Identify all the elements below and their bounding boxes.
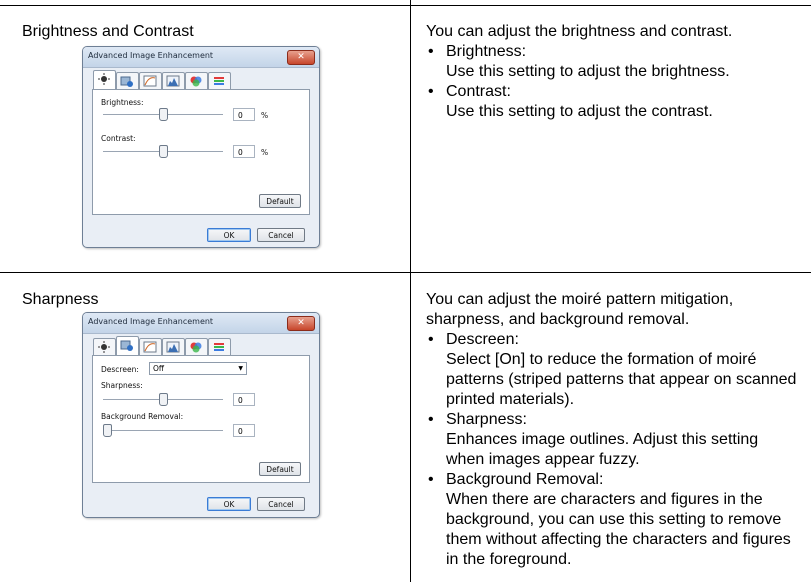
- bullet: •: [428, 471, 434, 488]
- brightness-slider[interactable]: [103, 108, 223, 121]
- tab-brightness[interactable]: [93, 338, 116, 355]
- sharpness-value-field[interactable]: 0: [233, 393, 255, 406]
- sharpness-icon: [120, 340, 133, 351]
- descreen-selected-value: Off: [153, 364, 165, 373]
- item-heading: Descreen:: [446, 331, 519, 348]
- cancel-button[interactable]: Cancel: [257, 497, 305, 511]
- slider-track: [103, 430, 223, 432]
- curve-icon: [143, 341, 157, 353]
- table-column-divider: [410, 0, 411, 582]
- brightness-icon: [98, 341, 110, 353]
- contrast-value-field[interactable]: 0: [233, 145, 255, 158]
- tab-hue[interactable]: [208, 72, 231, 89]
- table-top-border: [0, 5, 811, 6]
- close-button[interactable]: ✕: [287, 316, 315, 331]
- item-heading: Contrast:: [446, 83, 511, 100]
- tab-histogram[interactable]: [162, 72, 185, 89]
- list-item: • Descreen: Select [On] to reduce the fo…: [426, 330, 798, 410]
- descreen-select[interactable]: Off ▼: [149, 362, 247, 375]
- slider-thumb[interactable]: [159, 393, 168, 406]
- description-list: • Brightness: Use this setting to adjust…: [426, 42, 798, 122]
- item-text: Enhances image outlines. Adjust this set…: [446, 431, 759, 468]
- description-list: • Descreen: Select [On] to reduce the fo…: [426, 330, 798, 570]
- color-balance-icon: [190, 76, 202, 87]
- list-item: • Sharpness: Enhances image outlines. Ad…: [426, 410, 798, 470]
- description-brightness-contrast: You can adjust the brightness and contra…: [426, 22, 798, 122]
- close-icon: ✕: [297, 52, 305, 62]
- slider-thumb[interactable]: [103, 424, 112, 437]
- item-text: Select [On] to reduce the formation of m…: [446, 351, 797, 408]
- item-heading: Brightness:: [446, 43, 527, 60]
- item-text: Use this setting to adjust the brightnes…: [446, 63, 730, 80]
- contrast-unit: %: [261, 148, 269, 157]
- tab-sharpness[interactable]: [116, 336, 139, 355]
- background-removal-slider[interactable]: [103, 424, 223, 437]
- brightness-icon: [98, 73, 110, 85]
- list-item: • Contrast: Use this setting to adjust t…: [426, 82, 798, 122]
- description-sharpness: You can adjust the moiré pattern mitigat…: [426, 290, 798, 570]
- dialog-titlebar: Advanced Image Enhancement ✕: [83, 313, 319, 334]
- curve-icon: [143, 75, 157, 87]
- contrast-label: Contrast:: [101, 134, 136, 143]
- item-text: Use this setting to adjust the contrast.: [446, 103, 713, 120]
- bullet: •: [428, 43, 434, 60]
- description-intro: You can adjust the brightness and contra…: [426, 23, 733, 40]
- tab-sharpness[interactable]: [116, 72, 139, 89]
- tab-brightness[interactable]: [93, 70, 116, 89]
- hue-icon: [214, 343, 224, 351]
- tab-panel-sharpness: Descreen: Off ▼ Sharpness: 0 Background …: [92, 355, 310, 483]
- tab-color-balance[interactable]: [185, 338, 208, 355]
- tab-curve[interactable]: [139, 72, 162, 89]
- dialog-titlebar: Advanced Image Enhancement ✕: [83, 47, 319, 68]
- item-heading: Sharpness:: [446, 411, 527, 428]
- tab-curve[interactable]: [139, 338, 162, 355]
- advanced-image-enhancement-dialog: Advanced Image Enhancement ✕ Brightness:…: [82, 46, 320, 248]
- dialog-title: Advanced Image Enhancement: [88, 317, 214, 326]
- table-row-divider: [0, 272, 811, 273]
- row-title-sharpness: Sharpness: [22, 291, 99, 308]
- sharpness-icon: [120, 76, 133, 87]
- brightness-label: Brightness:: [101, 98, 144, 107]
- sharpness-label: Sharpness:: [101, 381, 143, 390]
- description-intro: You can adjust the moiré pattern mitigat…: [426, 291, 734, 328]
- cancel-button[interactable]: Cancel: [257, 228, 305, 242]
- sharpness-slider[interactable]: [103, 393, 223, 406]
- histogram-icon: [166, 75, 180, 87]
- default-button[interactable]: Default: [259, 194, 301, 208]
- ok-button[interactable]: OK: [207, 228, 251, 242]
- ok-button[interactable]: OK: [207, 497, 251, 511]
- contrast-slider[interactable]: [103, 145, 223, 158]
- tab-histogram[interactable]: [162, 338, 185, 355]
- dialog-title: Advanced Image Enhancement: [88, 51, 214, 60]
- bullet: •: [428, 411, 434, 428]
- list-item: • Brightness: Use this setting to adjust…: [426, 42, 798, 82]
- tab-panel-brightness: Brightness: 0 % Contrast: 0 % Default: [92, 89, 310, 215]
- close-button[interactable]: ✕: [287, 50, 315, 65]
- background-removal-label: Background Removal:: [101, 412, 184, 421]
- chevron-down-icon: ▼: [238, 365, 243, 372]
- brightness-value-field[interactable]: 0: [233, 108, 255, 121]
- brightness-unit: %: [261, 111, 269, 120]
- color-balance-icon: [190, 342, 202, 353]
- histogram-icon: [166, 341, 180, 353]
- bullet: •: [428, 83, 434, 100]
- tab-hue[interactable]: [208, 338, 231, 355]
- item-heading: Background Removal:: [446, 471, 604, 488]
- row-title-brightness-contrast: Brightness and Contrast: [22, 23, 194, 40]
- default-button[interactable]: Default: [259, 462, 301, 476]
- list-item: • Background Removal: When there are cha…: [426, 470, 798, 570]
- tab-color-balance[interactable]: [185, 72, 208, 89]
- descreen-label: Descreen:: [101, 365, 139, 374]
- background-removal-value-field[interactable]: 0: [233, 424, 255, 437]
- close-icon: ✕: [297, 318, 305, 328]
- advanced-image-enhancement-dialog: Advanced Image Enhancement ✕ Descreen: O…: [82, 312, 320, 518]
- bullet: •: [428, 331, 434, 348]
- hue-icon: [214, 77, 224, 85]
- item-text: When there are characters and figures in…: [446, 491, 791, 568]
- slider-thumb[interactable]: [159, 108, 168, 121]
- slider-thumb[interactable]: [159, 145, 168, 158]
